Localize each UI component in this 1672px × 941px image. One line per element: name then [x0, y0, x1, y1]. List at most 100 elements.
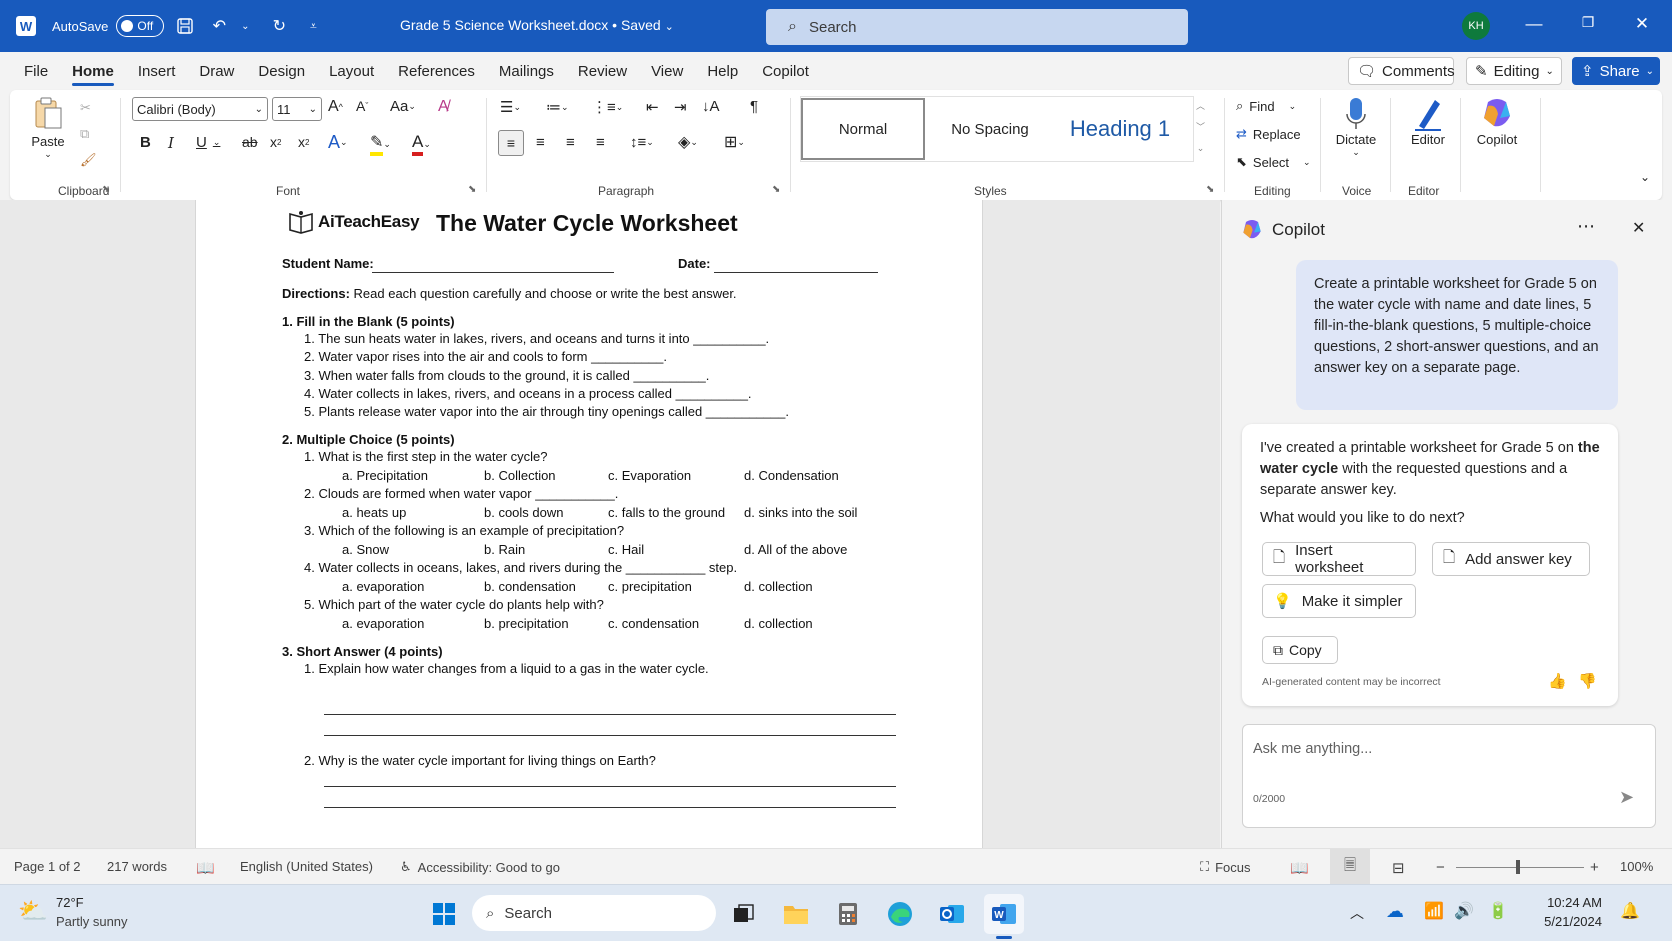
text-effects-icon[interactable]: A ⌄: [328, 132, 348, 153]
ask-input-box[interactable]: Ask me anything... 0/2000 ➤: [1242, 724, 1656, 828]
style-no-spacing[interactable]: No Spacing: [925, 98, 1055, 160]
tab-mailings[interactable]: Mailings: [487, 52, 566, 90]
superscript-icon[interactable]: x2: [298, 134, 309, 150]
increase-indent-icon[interactable]: ⇥: [674, 98, 687, 116]
thumbs-up-icon[interactable]: 👍: [1548, 672, 1567, 690]
battery-icon[interactable]: 🔋: [1488, 901, 1508, 921]
more-options-icon[interactable]: ⋯: [1577, 216, 1595, 237]
bullets-icon[interactable]: ☰ ⌄: [500, 98, 521, 116]
style-normal[interactable]: Normal: [801, 98, 925, 160]
undo-dropdown-icon[interactable]: ⌄: [232, 13, 258, 39]
make-simpler-button[interactable]: 💡 Make it simpler: [1262, 584, 1416, 618]
collapse-ribbon-icon[interactable]: ⌄: [1640, 170, 1650, 184]
wifi-icon[interactable]: 📶: [1424, 901, 1444, 921]
calculator-icon[interactable]: [828, 894, 868, 934]
comments-button[interactable]: 🗨 Comments: [1348, 57, 1455, 85]
sort-icon[interactable]: ↓A: [702, 98, 720, 115]
language[interactable]: English (United States): [240, 859, 373, 874]
italic-icon[interactable]: I: [168, 134, 174, 152]
search-box[interactable]: ⌕ Search: [766, 9, 1188, 45]
select-button[interactable]: ⬉ Select ⌄: [1236, 154, 1311, 170]
underline-icon[interactable]: U ⌄: [196, 134, 220, 151]
dialog-launcher-icon[interactable]: ⬊: [102, 184, 110, 195]
editor-button[interactable]: Editor: [1406, 96, 1450, 147]
dialog-launcher-icon[interactable]: ⬊: [772, 184, 780, 195]
tab-design[interactable]: Design: [246, 52, 317, 90]
tab-home[interactable]: Home: [60, 52, 126, 90]
taskbar-search[interactable]: ⌕ Search: [472, 895, 716, 931]
outlook-icon[interactable]: [932, 894, 972, 934]
tab-references[interactable]: References: [386, 52, 487, 90]
cut-icon[interactable]: ✂: [80, 100, 91, 116]
autosave-toggle[interactable]: Off: [116, 15, 165, 37]
zoom-out-icon[interactable]: −: [1436, 859, 1445, 876]
zoom-slider[interactable]: [1456, 867, 1584, 868]
clear-formatting-icon[interactable]: A̸: [438, 98, 449, 116]
decrease-indent-icon[interactable]: ⇤: [646, 98, 659, 116]
dialog-launcher-icon[interactable]: ⬊: [1206, 184, 1214, 195]
read-mode-icon[interactable]: 📖: [1290, 859, 1309, 877]
font-name-dropdown[interactable]: Calibri (Body) ⌄: [132, 97, 268, 121]
show-formatting-icon[interactable]: ¶: [750, 98, 758, 115]
multilevel-list-icon[interactable]: ⋮≡ ⌄: [592, 98, 623, 116]
accessibility-status[interactable]: ♿ Accessibility: Good to go: [400, 859, 560, 875]
notification-bell-icon[interactable]: 🔔: [1620, 901, 1640, 921]
customize-qat-icon[interactable]: ⩡: [300, 13, 326, 39]
share-button[interactable]: ⇪ Share ⌄: [1572, 57, 1660, 85]
weather-desc[interactable]: Partly sunny: [56, 914, 128, 929]
align-left-icon[interactable]: ≡: [498, 130, 524, 156]
copy-button[interactable]: ⧉ Copy: [1262, 636, 1338, 664]
copilot-ribbon-button[interactable]: Copilot: [1472, 96, 1522, 147]
tab-view[interactable]: View: [639, 52, 695, 90]
shading-icon[interactable]: ◈ ⌄: [678, 132, 698, 152]
tab-insert[interactable]: Insert: [126, 52, 188, 90]
tab-draw[interactable]: Draw: [187, 52, 246, 90]
print-layout-icon[interactable]: 🗏: [1330, 849, 1370, 885]
task-view-icon[interactable]: [724, 894, 764, 934]
minimize-icon[interactable]: —: [1522, 14, 1546, 34]
save-icon[interactable]: [172, 13, 198, 39]
align-right-icon[interactable]: ≡: [566, 134, 575, 151]
dictate-button[interactable]: Dictate ⌄: [1332, 96, 1380, 158]
tab-layout[interactable]: Layout: [317, 52, 386, 90]
close-window-icon[interactable]: ✕: [1630, 14, 1654, 34]
restore-icon[interactable]: ❐: [1576, 14, 1600, 31]
align-center-icon[interactable]: ≡: [536, 134, 545, 151]
justify-icon[interactable]: ≡: [596, 134, 605, 151]
word-count[interactable]: 217 words: [107, 859, 167, 874]
zoom-in-icon[interactable]: +: [1590, 859, 1599, 876]
redo-icon[interactable]: ↻: [266, 13, 292, 39]
onedrive-icon[interactable]: ☁: [1386, 901, 1404, 922]
shrink-font-icon[interactable]: Aˇ: [356, 98, 368, 114]
line-spacing-icon[interactable]: ↕≡ ⌄: [630, 134, 654, 151]
insert-worksheet-button[interactable]: 🗋 Insert worksheet: [1262, 542, 1416, 576]
editing-mode-button[interactable]: ✎ Editing ⌄: [1466, 57, 1562, 85]
weather-temp[interactable]: 72°F: [56, 895, 84, 910]
send-icon[interactable]: ➤: [1619, 787, 1634, 808]
copy-icon[interactable]: ⧉: [80, 126, 89, 142]
find-button[interactable]: ⌕ Find ⌄: [1236, 98, 1296, 114]
edge-browser-icon[interactable]: [880, 894, 920, 934]
format-painter-icon[interactable]: 🖌: [80, 152, 97, 168]
volume-icon[interactable]: 🔊: [1454, 901, 1474, 921]
tab-help[interactable]: Help: [695, 52, 750, 90]
grow-font-icon[interactable]: A ^: [328, 98, 343, 116]
document-page[interactable]: AiTeachEasy The Water Cycle Worksheet St…: [195, 200, 983, 848]
font-size-dropdown[interactable]: 11 ⌄: [272, 97, 322, 121]
weather-icon[interactable]: ⛅: [18, 897, 48, 926]
thumbs-down-icon[interactable]: 👎: [1578, 672, 1597, 690]
undo-icon[interactable]: ↶: [206, 13, 232, 39]
tab-copilot[interactable]: Copilot: [750, 52, 821, 90]
subscript-icon[interactable]: x2: [270, 134, 281, 150]
proofing-icon[interactable]: 📖: [196, 859, 215, 877]
windows-start-icon[interactable]: [424, 894, 464, 934]
clock-time[interactable]: 10:24 AM: [1536, 895, 1602, 910]
bold-icon[interactable]: B: [140, 134, 151, 151]
clock-date[interactable]: 5/21/2024: [1536, 914, 1602, 929]
tab-file[interactable]: File: [12, 52, 60, 90]
zoom-level[interactable]: 100%: [1620, 859, 1653, 874]
replace-button[interactable]: ⇄ Replace: [1236, 126, 1301, 142]
show-hidden-icons[interactable]: ︿: [1350, 903, 1364, 923]
focus-button[interactable]: ⛶ Focus: [1200, 859, 1251, 875]
styles-scroll[interactable]: ︿ ﹀ ⌄: [1196, 96, 1205, 159]
